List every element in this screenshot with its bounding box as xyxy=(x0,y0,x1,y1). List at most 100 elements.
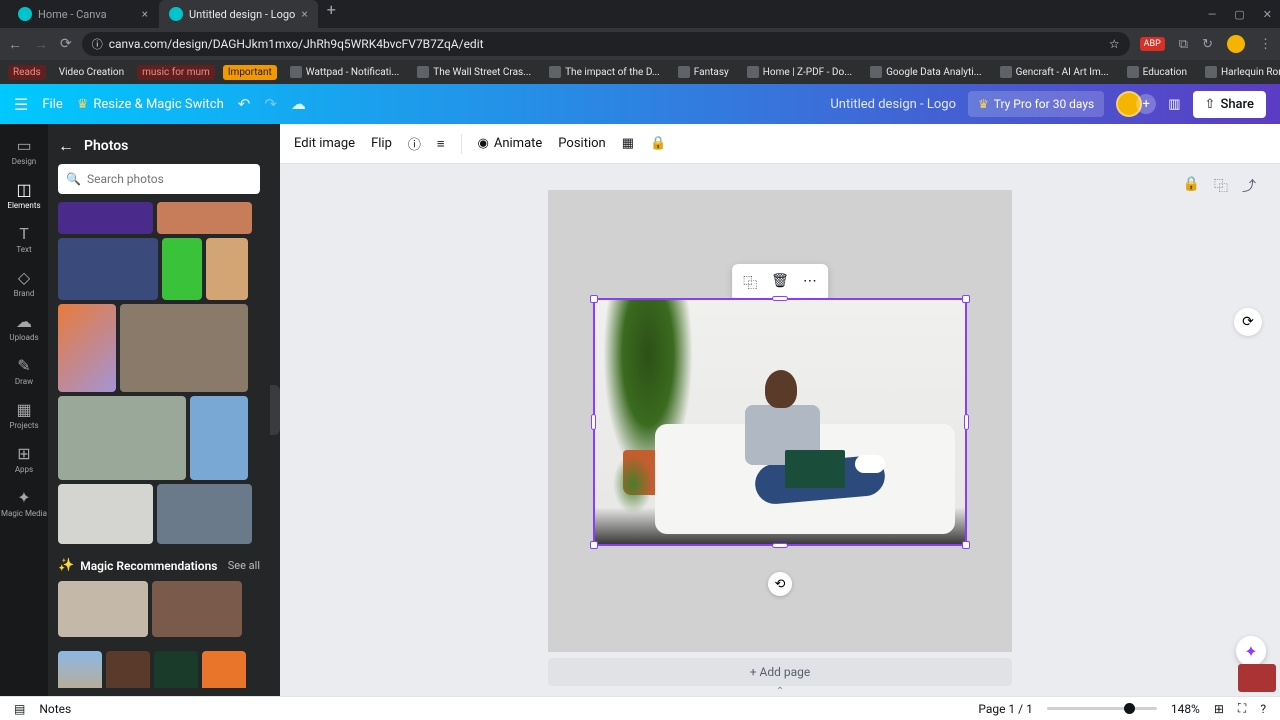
photo-thumb[interactable] xyxy=(162,238,202,300)
bookmark-gencraft[interactable]: Gencraft - AI Art Im... xyxy=(995,64,1114,80)
browser-tab-home[interactable]: Home - Canva × xyxy=(8,0,158,28)
slider-thumb[interactable] xyxy=(1124,703,1135,714)
browser-tab-design[interactable]: Untitled design - Logo × xyxy=(159,0,318,28)
reload-icon[interactable]: ⟳ xyxy=(60,36,72,53)
history-icon[interactable]: ↻ xyxy=(1202,37,1213,52)
photo-thumb[interactable] xyxy=(202,651,246,688)
cloud-sync-icon[interactable]: ☁ xyxy=(291,95,306,113)
duplicate-icon[interactable]: ⿻ xyxy=(737,269,763,297)
photo-thumb[interactable] xyxy=(157,202,252,234)
new-tab-button[interactable]: + xyxy=(319,0,344,28)
rail-design[interactable]: ▭Design xyxy=(0,130,48,172)
resize-button[interactable]: ♛Resize & Magic Switch xyxy=(77,97,224,112)
photo-thumb[interactable] xyxy=(58,238,158,300)
photo-thumb[interactable] xyxy=(206,238,248,300)
photo-thumb[interactable] xyxy=(58,651,102,688)
close-icon[interactable]: × xyxy=(142,7,148,21)
photo-thumb[interactable] xyxy=(157,484,252,544)
photo-thumb[interactable] xyxy=(190,396,248,480)
insights-icon[interactable]: ▥ xyxy=(1168,97,1180,112)
search-input[interactable]: 🔍 Search photos xyxy=(58,164,260,194)
regenerate-button[interactable]: ⟳ xyxy=(1234,308,1262,336)
flip-button[interactable]: Flip xyxy=(371,136,392,151)
rail-apps[interactable]: ⊞Apps xyxy=(0,438,48,480)
redo-icon[interactable]: ↷ xyxy=(264,95,277,113)
rail-magic[interactable]: ✦Magic Media xyxy=(0,482,48,524)
resize-handle-bm[interactable] xyxy=(772,543,788,548)
close-icon[interactable]: ✕ xyxy=(1263,8,1272,21)
notes-button[interactable]: Notes xyxy=(39,702,71,716)
help-icon[interactable]: ? xyxy=(1260,702,1266,716)
menu-icon[interactable]: ⋮ xyxy=(1259,37,1272,52)
adblock-icon[interactable]: ABP xyxy=(1140,37,1165,51)
bookmark-music[interactable]: music for mum xyxy=(137,65,215,80)
page-drawer-handle[interactable]: ⌃ xyxy=(760,686,800,696)
bookmark-video[interactable]: Video Creation xyxy=(54,65,129,80)
profile-avatar[interactable] xyxy=(1227,35,1245,53)
url-input[interactable]: ⓘ canva.com/design/DAGHJkm1mxo/JhRh9q5WR… xyxy=(82,32,1130,56)
export-page-icon[interactable]: ⤴ xyxy=(1242,176,1256,196)
panel-collapse[interactable] xyxy=(270,124,280,696)
photo-thumb[interactable] xyxy=(120,304,248,392)
notes-icon[interactable]: ▤ xyxy=(14,702,25,716)
lock-page-icon[interactable]: 🔒 xyxy=(1183,176,1200,196)
resize-handle-tm[interactable] xyxy=(772,296,788,301)
rail-draw[interactable]: ✎Draw xyxy=(0,350,48,392)
document-title[interactable]: Untitled design - Logo xyxy=(830,97,956,112)
assistant-button[interactable] xyxy=(1236,636,1266,666)
photo-thumb[interactable] xyxy=(152,581,242,637)
resize-handle-tl[interactable] xyxy=(590,295,598,303)
photo-thumb[interactable] xyxy=(106,651,150,688)
delete-icon[interactable]: 🗑 xyxy=(765,269,795,297)
transparency-icon[interactable]: ▦ xyxy=(622,136,634,151)
fullscreen-icon[interactable]: ⛶ xyxy=(1238,701,1246,716)
resize-handle-lm[interactable] xyxy=(591,414,596,430)
share-button[interactable]: ⇧Share xyxy=(1193,91,1266,118)
maximize-icon[interactable]: ▢ xyxy=(1234,8,1244,21)
bookmark-important[interactable]: Important xyxy=(223,65,277,80)
photo-thumb[interactable] xyxy=(154,651,198,688)
resize-handle-tr[interactable] xyxy=(962,295,970,303)
duplicate-page-icon[interactable]: ⿻ xyxy=(1214,176,1228,196)
resize-handle-br[interactable] xyxy=(962,541,970,549)
bookmark-education[interactable]: Education xyxy=(1122,64,1192,80)
rail-uploads[interactable]: ☁Uploads xyxy=(0,306,48,348)
bookmark-harlequin[interactable]: Harlequin Romance:... xyxy=(1200,64,1280,80)
list-icon[interactable]: ≡ xyxy=(437,136,445,152)
rotate-handle[interactable]: ⟲ xyxy=(768,572,792,596)
grid-view-icon[interactable]: ⊞ xyxy=(1214,702,1224,716)
info-icon[interactable]: ⓘ xyxy=(408,134,421,153)
bookmark-wsj[interactable]: The Wall Street Cras... xyxy=(412,64,536,80)
forward-icon[interactable]: → xyxy=(34,36,48,53)
lock-icon[interactable]: 🔒 xyxy=(650,136,666,151)
bookmark-impact[interactable]: The impact of the D... xyxy=(544,64,665,80)
star-icon[interactable]: ☆ xyxy=(1109,37,1120,51)
zoom-slider[interactable] xyxy=(1047,707,1157,710)
undo-icon[interactable]: ↶ xyxy=(238,95,251,113)
minimize-icon[interactable]: — xyxy=(1208,8,1217,21)
photo-thumb[interactable] xyxy=(58,202,153,234)
animate-button[interactable]: ◉Animate xyxy=(478,136,543,151)
photo-thumb[interactable] xyxy=(58,484,153,544)
edit-image-button[interactable]: Edit image xyxy=(294,136,355,151)
try-pro-button[interactable]: ♛Try Pro for 30 days xyxy=(968,91,1104,117)
site-info-icon[interactable]: ⓘ xyxy=(92,36,103,52)
close-icon[interactable]: × xyxy=(301,7,307,21)
resize-handle-bl[interactable] xyxy=(590,541,598,549)
page-indicator[interactable]: Page 1 / 1 xyxy=(978,702,1033,716)
bookmark-gda[interactable]: Google Data Analyti... xyxy=(865,64,987,80)
resize-handle-rm[interactable] xyxy=(964,414,969,430)
rail-elements[interactable]: ◫Elements xyxy=(0,174,48,216)
photo-thumb[interactable] xyxy=(58,304,116,392)
back-icon[interactable]: ← xyxy=(58,136,74,156)
menu-icon[interactable]: ☰ xyxy=(14,95,28,114)
see-all-link[interactable]: See all xyxy=(228,559,260,572)
rail-brand[interactable]: ◇Brand xyxy=(0,262,48,304)
video-thumbnail[interactable] xyxy=(1238,664,1276,692)
bookmark-zpdf[interactable]: Home | Z-PDF - Do... xyxy=(742,64,857,80)
canvas-stage[interactable]: 🔒 ⿻ ⤴ ⿻ 🗑 ⋯ xyxy=(280,164,1280,696)
selected-image[interactable] xyxy=(593,298,967,546)
extensions-icon[interactable]: ⧉ xyxy=(1179,37,1188,52)
zoom-value[interactable]: 148% xyxy=(1171,702,1200,716)
position-button[interactable]: Position xyxy=(558,136,605,151)
